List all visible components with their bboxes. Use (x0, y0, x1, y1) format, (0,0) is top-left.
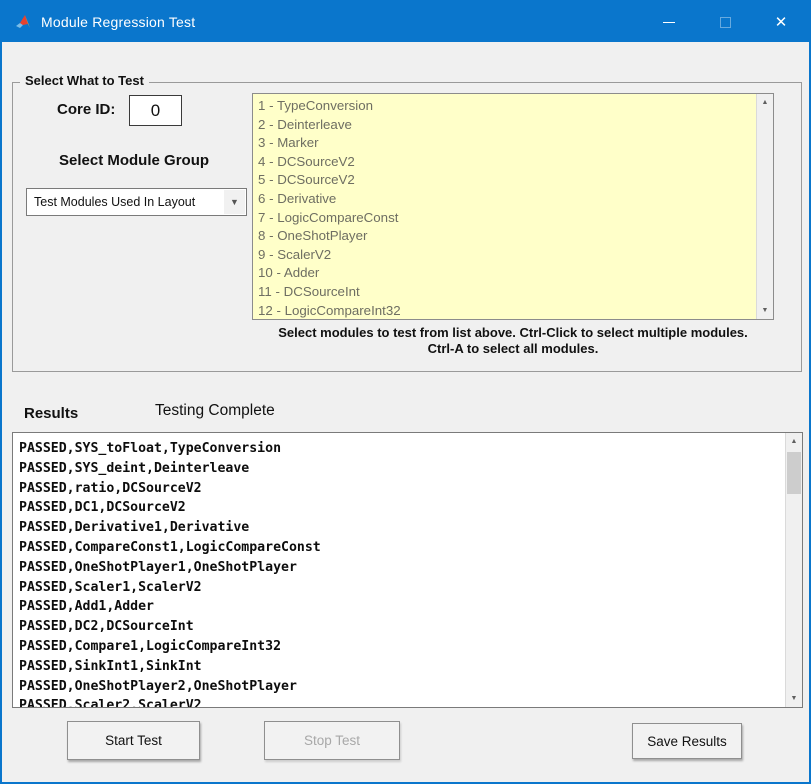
window-title: Module Regression Test (41, 14, 195, 30)
scroll-down-icon[interactable]: ▼ (786, 690, 802, 707)
module-list-item[interactable]: 7 - LogicCompareConst (258, 209, 773, 228)
module-list-item[interactable]: 2 - Deinterleave (258, 116, 773, 135)
save-results-button[interactable]: Save Results (632, 723, 742, 759)
results-label: Results (24, 405, 78, 422)
module-select-help: Select modules to test from list above. … (252, 325, 774, 357)
results-scrollbar[interactable]: ▲ ▼ (785, 433, 802, 707)
module-regression-test-window: Module Regression Test ✕ Select What to … (0, 0, 811, 784)
results-list-item[interactable]: PASSED,DC1,DCSourceV2 (19, 498, 802, 518)
close-button[interactable]: ✕ (753, 2, 809, 42)
minimize-button[interactable] (641, 2, 697, 42)
module-list-item[interactable]: 9 - ScalerV2 (258, 246, 773, 265)
help-line-2: Ctrl-A to select all modules. (252, 341, 774, 357)
module-group-selected-value: Test Modules Used In Layout (27, 195, 224, 209)
results-list-item[interactable]: PASSED,SYS_deint,Deinterleave (19, 459, 802, 479)
results-list-item[interactable]: PASSED,CompareConst1,LogicCompareConst (19, 538, 802, 558)
scroll-down-icon[interactable]: ▼ (757, 302, 773, 319)
select-what-to-test-group: Select What to Test Core ID: Select Modu… (12, 82, 802, 372)
start-test-button[interactable]: Start Test (67, 721, 200, 760)
scroll-up-icon[interactable]: ▲ (786, 433, 802, 450)
results-list-item[interactable]: PASSED,OneShotPlayer2,OneShotPlayer (19, 677, 802, 697)
module-group-label: Select Module Group (59, 152, 209, 169)
module-list-item[interactable]: 10 - Adder (258, 264, 773, 283)
results-list-item[interactable]: PASSED,SinkInt1,SinkInt (19, 657, 802, 677)
results-listbox[interactable]: PASSED,SYS_toFloat,TypeConversionPASSED,… (12, 432, 803, 708)
maximize-button[interactable] (697, 2, 753, 42)
results-list: PASSED,SYS_toFloat,TypeConversionPASSED,… (13, 433, 802, 708)
module-list-item[interactable]: 3 - Marker (258, 134, 773, 153)
group-legend: Select What to Test (20, 73, 149, 88)
core-id-input[interactable] (129, 95, 182, 126)
help-line-1: Select modules to test from list above. … (252, 325, 774, 341)
testing-status-text: Testing Complete (155, 402, 275, 420)
matlab-icon (14, 14, 32, 30)
results-list-item[interactable]: PASSED,SYS_toFloat,TypeConversion (19, 439, 802, 459)
close-icon: ✕ (775, 15, 788, 30)
results-list-item[interactable]: PASSED,ratio,DCSourceV2 (19, 479, 802, 499)
maximize-icon (720, 17, 731, 28)
module-list-item[interactable]: 4 - DCSourceV2 (258, 153, 773, 172)
results-list-item[interactable]: PASSED,Scaler2,ScalerV2 (19, 696, 802, 708)
stop-test-button[interactable]: Stop Test (264, 721, 400, 760)
results-list-item[interactable]: PASSED,DC2,DCSourceInt (19, 617, 802, 637)
chevron-down-icon: ▼ (224, 190, 245, 214)
title-bar[interactable]: Module Regression Test ✕ (2, 2, 809, 42)
results-list-item[interactable]: PASSED,Scaler1,ScalerV2 (19, 578, 802, 598)
module-list-item[interactable]: 8 - OneShotPlayer (258, 227, 773, 246)
module-listbox[interactable]: 1 - TypeConversion2 - Deinterleave3 - Ma… (252, 93, 774, 320)
module-list-item[interactable]: 11 - DCSourceInt (258, 283, 773, 302)
results-list-item[interactable]: PASSED,Compare1,LogicCompareInt32 (19, 637, 802, 657)
module-list-item[interactable]: 5 - DCSourceV2 (258, 171, 773, 190)
results-list-item[interactable]: PASSED,Derivative1,Derivative (19, 518, 802, 538)
scrollbar-thumb[interactable] (787, 452, 801, 494)
results-list-item[interactable]: PASSED,OneShotPlayer1,OneShotPlayer (19, 558, 802, 578)
module-list-item[interactable]: 1 - TypeConversion (258, 97, 773, 116)
core-id-label: Core ID: (57, 101, 115, 118)
module-list-scrollbar[interactable]: ▲ ▼ (756, 94, 773, 319)
minimize-icon (663, 22, 675, 23)
module-list-item[interactable]: 6 - Derivative (258, 190, 773, 209)
module-list-item[interactable]: 12 - LogicCompareInt32 (258, 302, 773, 320)
results-list-item[interactable]: PASSED,Add1,Adder (19, 597, 802, 617)
scroll-up-icon[interactable]: ▲ (757, 94, 773, 111)
module-group-dropdown[interactable]: Test Modules Used In Layout ▼ (26, 188, 247, 216)
window-controls: ✕ (641, 2, 809, 42)
module-list: 1 - TypeConversion2 - Deinterleave3 - Ma… (253, 94, 773, 320)
